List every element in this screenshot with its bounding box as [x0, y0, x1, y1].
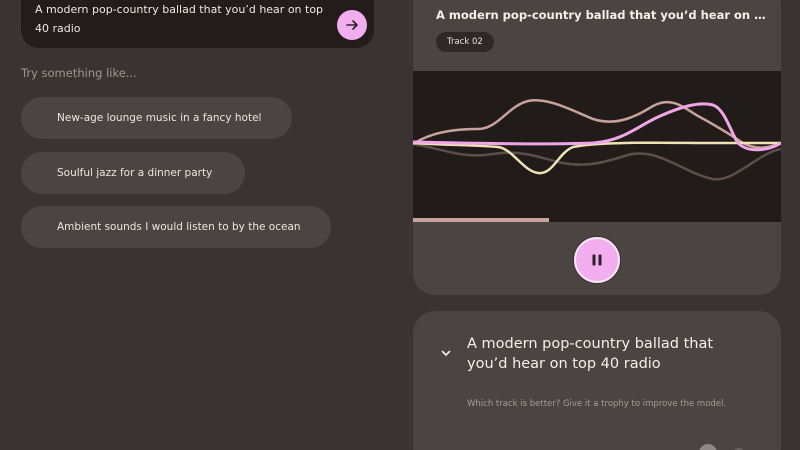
chevron-down-icon — [441, 350, 451, 356]
playback-progress[interactable] — [413, 218, 550, 222]
collapse-toggle[interactable] — [437, 344, 455, 362]
wave-taupe — [413, 99, 781, 149]
wave-shadow — [413, 142, 781, 181]
waveform-svg — [413, 99, 781, 181]
send-button[interactable] — [337, 10, 367, 40]
track-card: A modern pop-country ballad that you’d h… — [413, 0, 781, 295]
waveform-visualizer[interactable] — [413, 71, 781, 222]
suggestion-chip[interactable]: New-age lounge music in a fancy hotel — [21, 97, 292, 139]
wave-cream — [413, 141, 781, 175]
pause-button[interactable] — [574, 237, 620, 283]
comparison-title: A modern pop-country ballad that you’d h… — [467, 336, 714, 372]
arrow-right-icon — [346, 20, 358, 30]
trophy-button[interactable] — [699, 444, 717, 450]
suggestion-chip[interactable]: Soulful jazz for a dinner party — [21, 152, 245, 194]
track-title: A modern pop-country ballad that you’d h… — [436, 8, 766, 22]
track-badge: Track 02 — [436, 32, 494, 52]
comparison-card: A modern pop-country ballad that you’d h… — [413, 311, 781, 450]
suggestion-chip[interactable]: Ambient sounds I would listen to by the … — [21, 206, 331, 248]
suggestions-label: Try something like... — [21, 66, 137, 80]
prompt-text[interactable]: A modern pop-country ballad that you’d h… — [35, 0, 335, 38]
prompt-input[interactable]: A modern pop-country ballad that you’d h… — [21, 0, 374, 48]
comparison-hint: Which track is better? Give it a trophy … — [467, 399, 727, 409]
pause-icon — [592, 254, 602, 266]
